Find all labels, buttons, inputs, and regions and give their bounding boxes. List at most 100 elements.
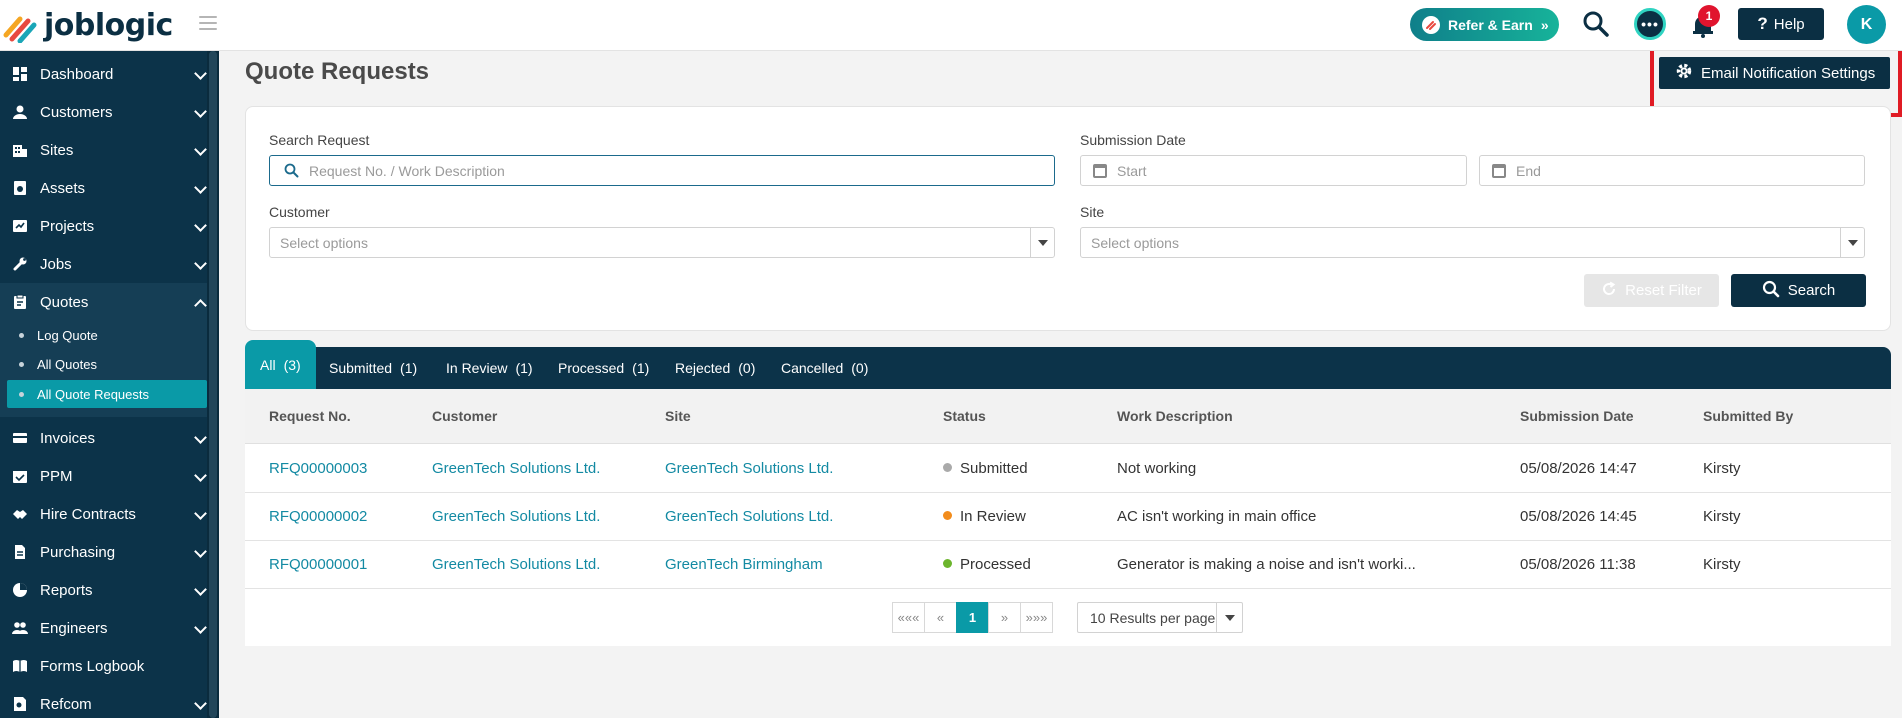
- sidebar-item-label: Hire Contracts: [40, 505, 136, 523]
- chevron-down-icon[interactable]: [1840, 228, 1864, 257]
- sidebar-item-refcom[interactable]: Refcom: [0, 685, 207, 718]
- work-description-cell: Not working: [1117, 460, 1197, 477]
- sidebar-subitem-all-quote-requests[interactable]: All Quote Requests: [7, 380, 207, 408]
- refer-earn-label: Refer & Earn: [1448, 16, 1533, 33]
- tab-in-review[interactable]: In Review (1): [446, 347, 533, 389]
- results-per-page-label: 10 Results per page: [1090, 609, 1216, 626]
- site-link[interactable]: GreenTech Birmingham: [665, 556, 823, 573]
- email-notification-settings-label: Email Notification Settings: [1701, 64, 1876, 82]
- status-cell: Submitted: [943, 460, 1028, 477]
- tab-submitted[interactable]: Submitted (1): [329, 347, 417, 389]
- customer-link[interactable]: GreenTech Solutions Ltd.: [432, 556, 600, 573]
- sidebar-subitem-all-quotes[interactable]: All Quotes: [7, 350, 207, 378]
- tab-all[interactable]: All (3): [245, 340, 316, 389]
- chevron-down-icon: [194, 621, 207, 634]
- request-no-link[interactable]: RFQ00000001: [269, 556, 367, 573]
- sidebar-subitem-label: All Quotes: [37, 356, 97, 372]
- chevron-down-icon: [194, 181, 207, 194]
- tab-cancelled[interactable]: Cancelled (0): [781, 347, 868, 389]
- chevron-down-icon[interactable]: [1216, 603, 1242, 632]
- sidebar-item-projects[interactable]: Projects: [0, 207, 207, 245]
- status-tabs: All (3) Submitted (1) In Review (1) Process…: [245, 340, 1891, 389]
- sidebar-item-customers[interactable]: Customers: [0, 93, 207, 131]
- sidebar-item-reports[interactable]: Reports: [0, 571, 207, 609]
- site-select[interactable]: Select options: [1080, 227, 1865, 258]
- chevron-down-icon: [194, 67, 207, 80]
- invoice-icon: [12, 430, 28, 446]
- calendar-icon: [1093, 163, 1107, 178]
- first-page-button[interactable]: «««: [892, 602, 925, 633]
- email-notification-settings-button[interactable]: Email Notification Settings: [1659, 57, 1890, 89]
- search-input[interactable]: Request No. / Work Description: [269, 155, 1055, 186]
- page-1-button[interactable]: 1: [956, 602, 989, 633]
- sidebar-item-hire-contracts[interactable]: Hire Contracts: [0, 495, 207, 533]
- start-date-placeholder: Start: [1117, 162, 1147, 179]
- sidebar-item-label: Projects: [40, 217, 95, 235]
- column-header-status[interactable]: Status: [943, 408, 986, 424]
- column-header-submission-date[interactable]: Submission Date: [1520, 408, 1634, 424]
- results-per-page-select[interactable]: 10 Results per page: [1077, 602, 1243, 633]
- customer-link[interactable]: GreenTech Solutions Ltd.: [432, 460, 600, 477]
- tab-processed[interactable]: Processed (1): [558, 347, 649, 389]
- column-header-customer[interactable]: Customer: [432, 408, 497, 424]
- help-button[interactable]: ? Help: [1738, 8, 1824, 40]
- search-icon: [284, 163, 299, 178]
- sidebar-item-dashboard[interactable]: Dashboard: [0, 55, 207, 93]
- sidebar-item-ppm[interactable]: PPM: [0, 457, 207, 495]
- logo[interactable]: joblogic: [0, 6, 173, 44]
- sidebar-item-label: PPM: [40, 467, 73, 485]
- tab-label: Cancelled: [781, 360, 844, 376]
- prev-page-button[interactable]: «: [924, 602, 957, 633]
- search-input-placeholder: Request No. / Work Description: [309, 162, 505, 179]
- request-no-link[interactable]: RFQ00000002: [269, 508, 367, 525]
- table-row[interactable]: RFQ00000001 GreenTech Solutions Ltd. Green…: [245, 541, 1891, 589]
- menu-toggle-icon[interactable]: [199, 16, 217, 30]
- table-row[interactable]: RFQ00000002 GreenTech Solutions Ltd. Green…: [245, 493, 1891, 541]
- tab-rejected[interactable]: Rejected (0): [675, 347, 755, 389]
- sidebar-item-jobs[interactable]: Jobs: [0, 245, 207, 283]
- submission-date-cell: 05/08/2026 11:38: [1520, 556, 1636, 573]
- refer-earn-button[interactable]: Refer & Earn »: [1410, 8, 1559, 41]
- brand-name: joblogic: [44, 7, 173, 43]
- sidebar-item-forms-logbook[interactable]: Forms Logbook: [0, 647, 207, 685]
- column-header-request-no[interactable]: Request No.: [269, 408, 351, 424]
- chevron-down-icon[interactable]: [1030, 228, 1054, 257]
- site-link[interactable]: GreenTech Solutions Ltd.: [665, 508, 833, 525]
- end-date-input[interactable]: End: [1479, 155, 1865, 186]
- reset-filter-button[interactable]: Reset Filter: [1584, 274, 1719, 307]
- submission-date-cell: 05/08/2026 14:47: [1520, 460, 1637, 477]
- sidebar-scrollbar[interactable]: [207, 51, 219, 718]
- last-page-button[interactable]: »»»: [1020, 602, 1053, 633]
- column-header-work-description[interactable]: Work Description: [1117, 408, 1233, 424]
- sidebar-item-sites[interactable]: Sites: [0, 131, 207, 169]
- tab-label: Rejected: [675, 360, 731, 376]
- double-chevron-right-icon: »: [1540, 16, 1549, 33]
- column-header-site[interactable]: Site: [665, 408, 691, 424]
- customer-select[interactable]: Select options: [269, 227, 1055, 258]
- search-icon[interactable]: [1581, 9, 1611, 39]
- request-no-link[interactable]: RFQ00000003: [269, 460, 367, 477]
- table-row[interactable]: RFQ00000003 GreenTech Solutions Ltd. Green…: [245, 445, 1891, 493]
- tab-count: (0): [738, 360, 756, 376]
- sidebar-item-quotes[interactable]: Quotes: [0, 283, 207, 321]
- sidebar-item-label: Invoices: [40, 429, 96, 447]
- sidebar-item-engineers[interactable]: Engineers: [0, 609, 207, 647]
- search-button[interactable]: Search: [1731, 274, 1866, 307]
- work-description-cell: AC isn't working in main office: [1117, 508, 1317, 525]
- gear-icon: [1675, 62, 1693, 84]
- customer-link[interactable]: GreenTech Solutions Ltd.: [432, 508, 600, 525]
- next-page-button[interactable]: »: [988, 602, 1021, 633]
- tab-label: Submitted: [329, 360, 393, 376]
- help-label: Help: [1773, 15, 1805, 33]
- site-link[interactable]: GreenTech Solutions Ltd.: [665, 460, 833, 477]
- sidebar-item-invoices[interactable]: Invoices: [0, 419, 207, 457]
- chat-glyph: •••: [1641, 16, 1659, 32]
- customer-select-placeholder: Select options: [280, 234, 368, 251]
- sidebar-item-purchasing[interactable]: Purchasing: [0, 533, 207, 571]
- sidebar-item-assets[interactable]: Assets: [0, 169, 207, 207]
- chat-icon[interactable]: •••: [1634, 8, 1666, 40]
- avatar[interactable]: K: [1847, 5, 1886, 44]
- column-header-submitted-by[interactable]: Submitted By: [1703, 408, 1793, 424]
- sidebar-subitem-log-quote[interactable]: Log Quote: [7, 321, 207, 349]
- start-date-input[interactable]: Start: [1080, 155, 1467, 186]
